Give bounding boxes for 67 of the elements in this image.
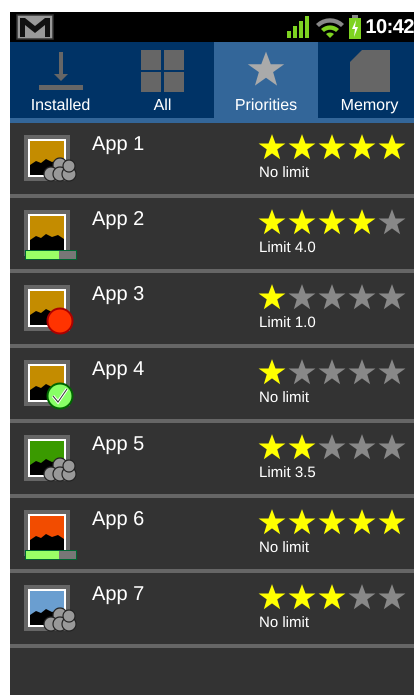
wifi-icon <box>315 16 346 38</box>
star-icon <box>378 208 406 236</box>
app-name: App 5 <box>92 433 146 456</box>
star-icon <box>348 358 376 386</box>
star-icon <box>378 283 406 311</box>
clock-time: 10:42 <box>365 16 414 38</box>
app-name: App 6 <box>92 508 146 531</box>
star-icon <box>246 50 286 88</box>
star-icon <box>288 358 316 386</box>
star-icon <box>318 433 346 461</box>
star-icon <box>288 433 316 461</box>
star-icon <box>378 583 406 611</box>
star-icon <box>288 133 316 161</box>
tab[interactable]: Priorities <box>214 42 318 118</box>
star-icon <box>288 283 316 311</box>
star-icon <box>288 583 316 611</box>
grid-icon <box>140 50 184 92</box>
tab[interactable]: All <box>111 42 214 118</box>
star-icon <box>348 433 376 461</box>
star-icon <box>348 583 376 611</box>
battery-icon <box>349 15 362 39</box>
mail-icon <box>16 14 54 40</box>
limit-label: No limit <box>258 164 310 181</box>
app-name: App 4 <box>92 358 146 381</box>
limit-label: No limit <box>258 389 310 406</box>
limit-label: No limit <box>258 614 310 631</box>
star-icon <box>258 208 286 236</box>
limit-label: Limit 3.5 <box>258 464 317 481</box>
tab[interactable]: Installed <box>10 42 111 118</box>
cloud-icon <box>43 607 77 633</box>
star-icon <box>258 133 286 161</box>
star-icon <box>288 508 316 536</box>
star-icon <box>348 208 376 236</box>
star-icon <box>378 133 406 161</box>
star-icon <box>378 358 406 386</box>
cloud-icon <box>43 457 77 483</box>
star-icon <box>288 208 316 236</box>
star-icon <box>318 208 346 236</box>
limit-label: Limit 4.0 <box>258 239 317 256</box>
app-name: App 2 <box>92 208 146 231</box>
star-icon <box>258 358 286 386</box>
star-icon <box>318 583 346 611</box>
star-icon <box>378 433 406 461</box>
star-icon <box>348 508 376 536</box>
star-icon <box>378 508 406 536</box>
star-icon <box>348 133 376 161</box>
star-icon <box>318 283 346 311</box>
star-icon <box>348 283 376 311</box>
app-name: App 3 <box>92 283 146 306</box>
stop-dot-icon <box>46 307 74 335</box>
star-icon <box>318 133 346 161</box>
limit-label: No limit <box>258 539 310 556</box>
sd-card-icon <box>350 50 390 92</box>
limit-label: Limit 1.0 <box>258 314 317 331</box>
star-icon <box>258 583 286 611</box>
download-icon <box>38 50 82 90</box>
app-name: App 7 <box>92 583 146 606</box>
star-icon <box>258 508 286 536</box>
star-icon <box>258 283 286 311</box>
star-icon <box>258 433 286 461</box>
check-icon <box>46 382 74 410</box>
signal-icon <box>287 16 312 38</box>
app-name: App 1 <box>92 133 146 156</box>
star-icon <box>318 358 346 386</box>
cloud-icon <box>43 157 77 183</box>
tab[interactable]: Memory <box>318 42 414 118</box>
star-icon <box>318 508 346 536</box>
